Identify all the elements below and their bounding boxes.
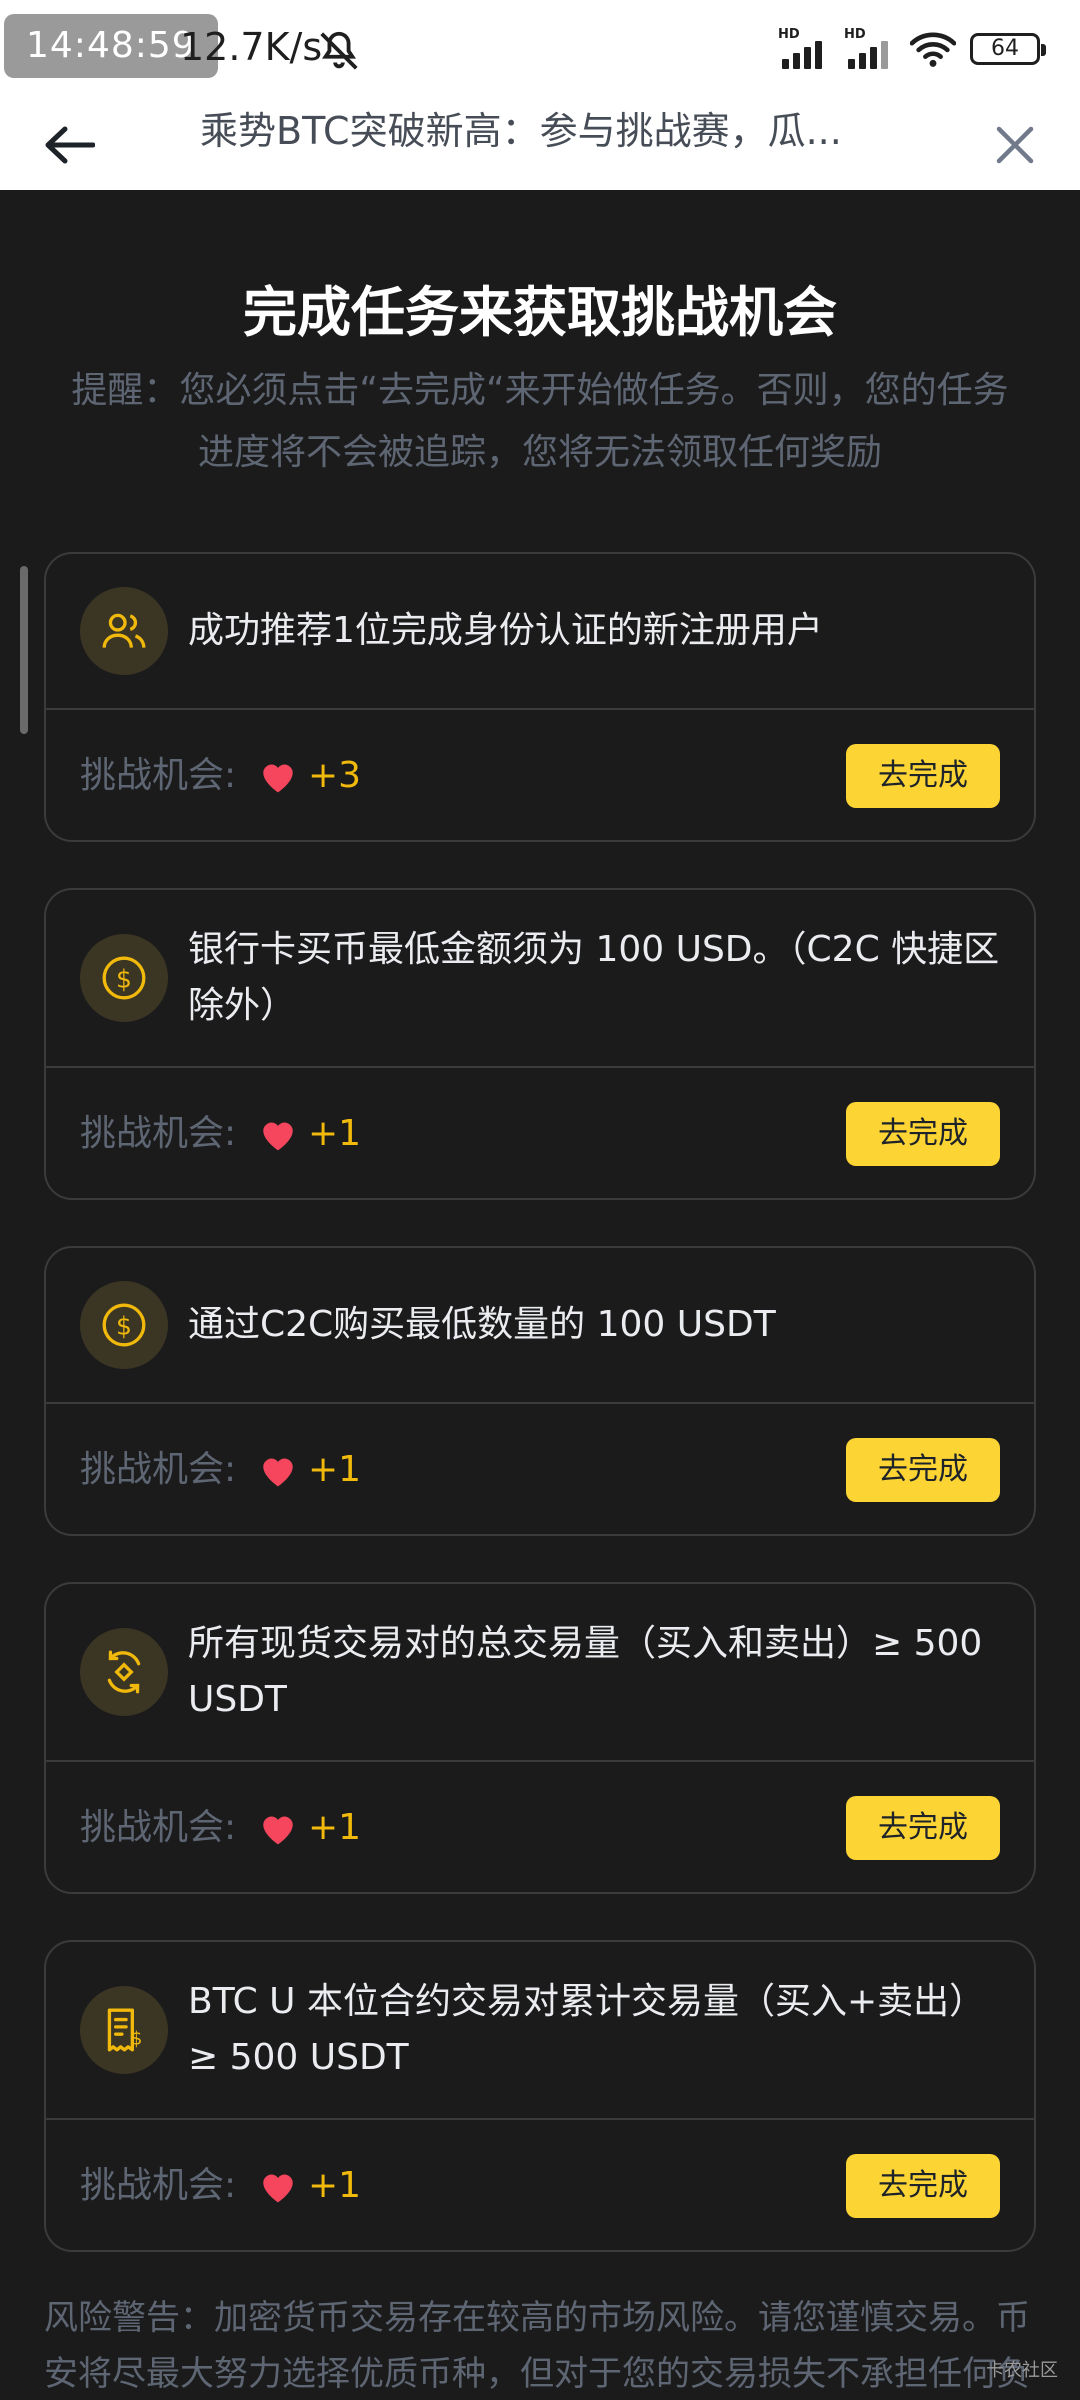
chance-label: 挑战机会: [80,1807,237,1848]
svg-text:$: $ [131,2029,143,2050]
task-card: $ 通过C2C购买最低数量的 100 USDT 挑战机会: +1 去完成 [44,1246,1036,1536]
task-description: 成功推荐1位完成身份认证的新注册用户 [188,610,823,651]
chance-label: 挑战机会: [80,2165,237,2206]
network-speed: 12.7K/s [180,25,323,69]
task-footer: 挑战机会: +1 去完成 [46,1404,1034,1536]
header-title: 乘势BTC突破新高：参与挑战赛，瓜... [200,109,842,153]
heart-icon [263,764,293,793]
task-description: 通过C2C购买最低数量的 100 USDT [188,1304,776,1345]
task-card: 所有现货交易对的总交易量（买入和卖出）≥ 500 USDT 挑战机会: +1 去… [44,1582,1036,1894]
battery-icon: 64 [970,33,1046,65]
back-button[interactable] [34,110,104,180]
task-footer: 挑战机会: +1 去完成 [46,2120,1034,2252]
arrow-left-icon [45,126,95,164]
task-icon: $ [80,934,168,1022]
task-footer: 挑战机会: +1 去完成 [46,1762,1034,1894]
futures-receipt-icon: $ [107,2008,143,2052]
mute-icon [320,31,358,70]
go-complete-button[interactable]: 去完成 [846,2154,1000,2218]
dollar-coin-icon: $ [102,1303,146,1347]
heart-icon [263,1458,293,1487]
task-header: $ 银行卡买币最低金额须为 100 USD。（C2C 快捷区除外） [46,890,1034,1068]
page-title: 完成任务来获取挑战机会 [243,281,837,344]
chance-value: +1 [308,1113,362,1154]
task-header: $ BTC U 本位合约交易对累计交易量（买入+卖出）≥ 500 USDT [46,1942,1034,2120]
task-header: 所有现货交易对的总交易量（买入和卖出）≥ 500 USDT [46,1584,1034,1762]
signal-icon: HD [778,27,830,71]
task-reminder: 提醒：您必须点击“去完成“来开始做任务。否则，您的任务进度将不会被追踪，您将无法… [71,370,1009,473]
watermark: 卡农社区 [986,2360,1058,2381]
task-icon: $ [80,1281,168,1369]
svg-text:$: $ [116,1311,132,1340]
scrollbar[interactable] [20,566,28,734]
task-card: 成功推荐1位完成身份认证的新注册用户 挑战机会: +3 去完成 [44,552,1036,842]
task-icon [80,1628,168,1716]
task-footer: 挑战机会: +3 去完成 [46,710,1034,842]
task-footer: 挑战机会: +1 去完成 [46,1068,1034,1200]
spot-trade-icon [107,1650,141,1694]
app-root: 14:48:59 12.7K/s HD HD 64 乘势BTC突破新高：参与挑战… [0,0,1080,2400]
dollar-coin-icon: $ [102,956,146,1000]
users-icon [102,613,146,648]
task-card: $ BTC U 本位合约交易对累计交易量（买入+卖出）≥ 500 USDT 挑战… [44,1940,1036,2252]
status-bar: 14:48:59 12.7K/s HD HD 64 [0,0,1080,100]
task-description: BTC U 本位合约交易对累计交易量（买入+卖出）≥ 500 USDT [188,1981,986,2078]
signal-icon: HD [844,27,896,71]
task-header: 成功推荐1位完成身份认证的新注册用户 [46,554,1034,710]
chance-label: 挑战机会: [80,1113,237,1154]
task-icon: $ [80,1986,168,2074]
heart-icon [263,2174,293,2203]
wifi-icon [910,32,956,67]
task-description: 银行卡买币最低金额须为 100 USD。（C2C 快捷区除外） [188,929,1000,1026]
heart-icon [263,1122,293,1151]
header: 乘势BTC突破新高：参与挑战赛，瓜... [0,100,1080,190]
task-header: $ 通过C2C购买最低数量的 100 USDT [46,1248,1034,1404]
chance-label: 挑战机会: [80,755,237,796]
chance-value: +1 [308,1449,362,1490]
signal-hd-label: HD [778,27,800,42]
close-icon [996,126,1034,164]
close-button[interactable] [980,110,1050,180]
go-complete-button[interactable]: 去完成 [846,1102,1000,1166]
go-complete-button[interactable]: 去完成 [846,1796,1000,1860]
status-right: HD HD 64 [778,24,1046,74]
go-complete-button[interactable]: 去完成 [846,744,1000,808]
chance-value: +1 [308,2165,362,2206]
task-icon [80,587,168,675]
task-description: 所有现货交易对的总交易量（买入和卖出）≥ 500 USDT [188,1623,983,1720]
heart-icon [263,1816,293,1845]
signal-hd-label: HD [844,27,866,42]
chance-value: +3 [308,755,362,796]
go-complete-button[interactable]: 去完成 [846,1438,1000,1502]
chance-value: +1 [308,1807,362,1848]
svg-text:$: $ [116,964,132,993]
task-card: $ 银行卡买币最低金额须为 100 USD。（C2C 快捷区除外） 挑战机会: … [44,888,1036,1200]
chance-label: 挑战机会: [80,1449,237,1490]
top-area: 14:48:59 12.7K/s HD HD 64 乘势BTC突破新高：参与挑战… [0,0,1080,190]
risk-warning: 风险警告：加密货币交易存在较高的市场风险。请您谨慎交易。币安将尽最大努力选择优质… [44,2298,1030,2394]
